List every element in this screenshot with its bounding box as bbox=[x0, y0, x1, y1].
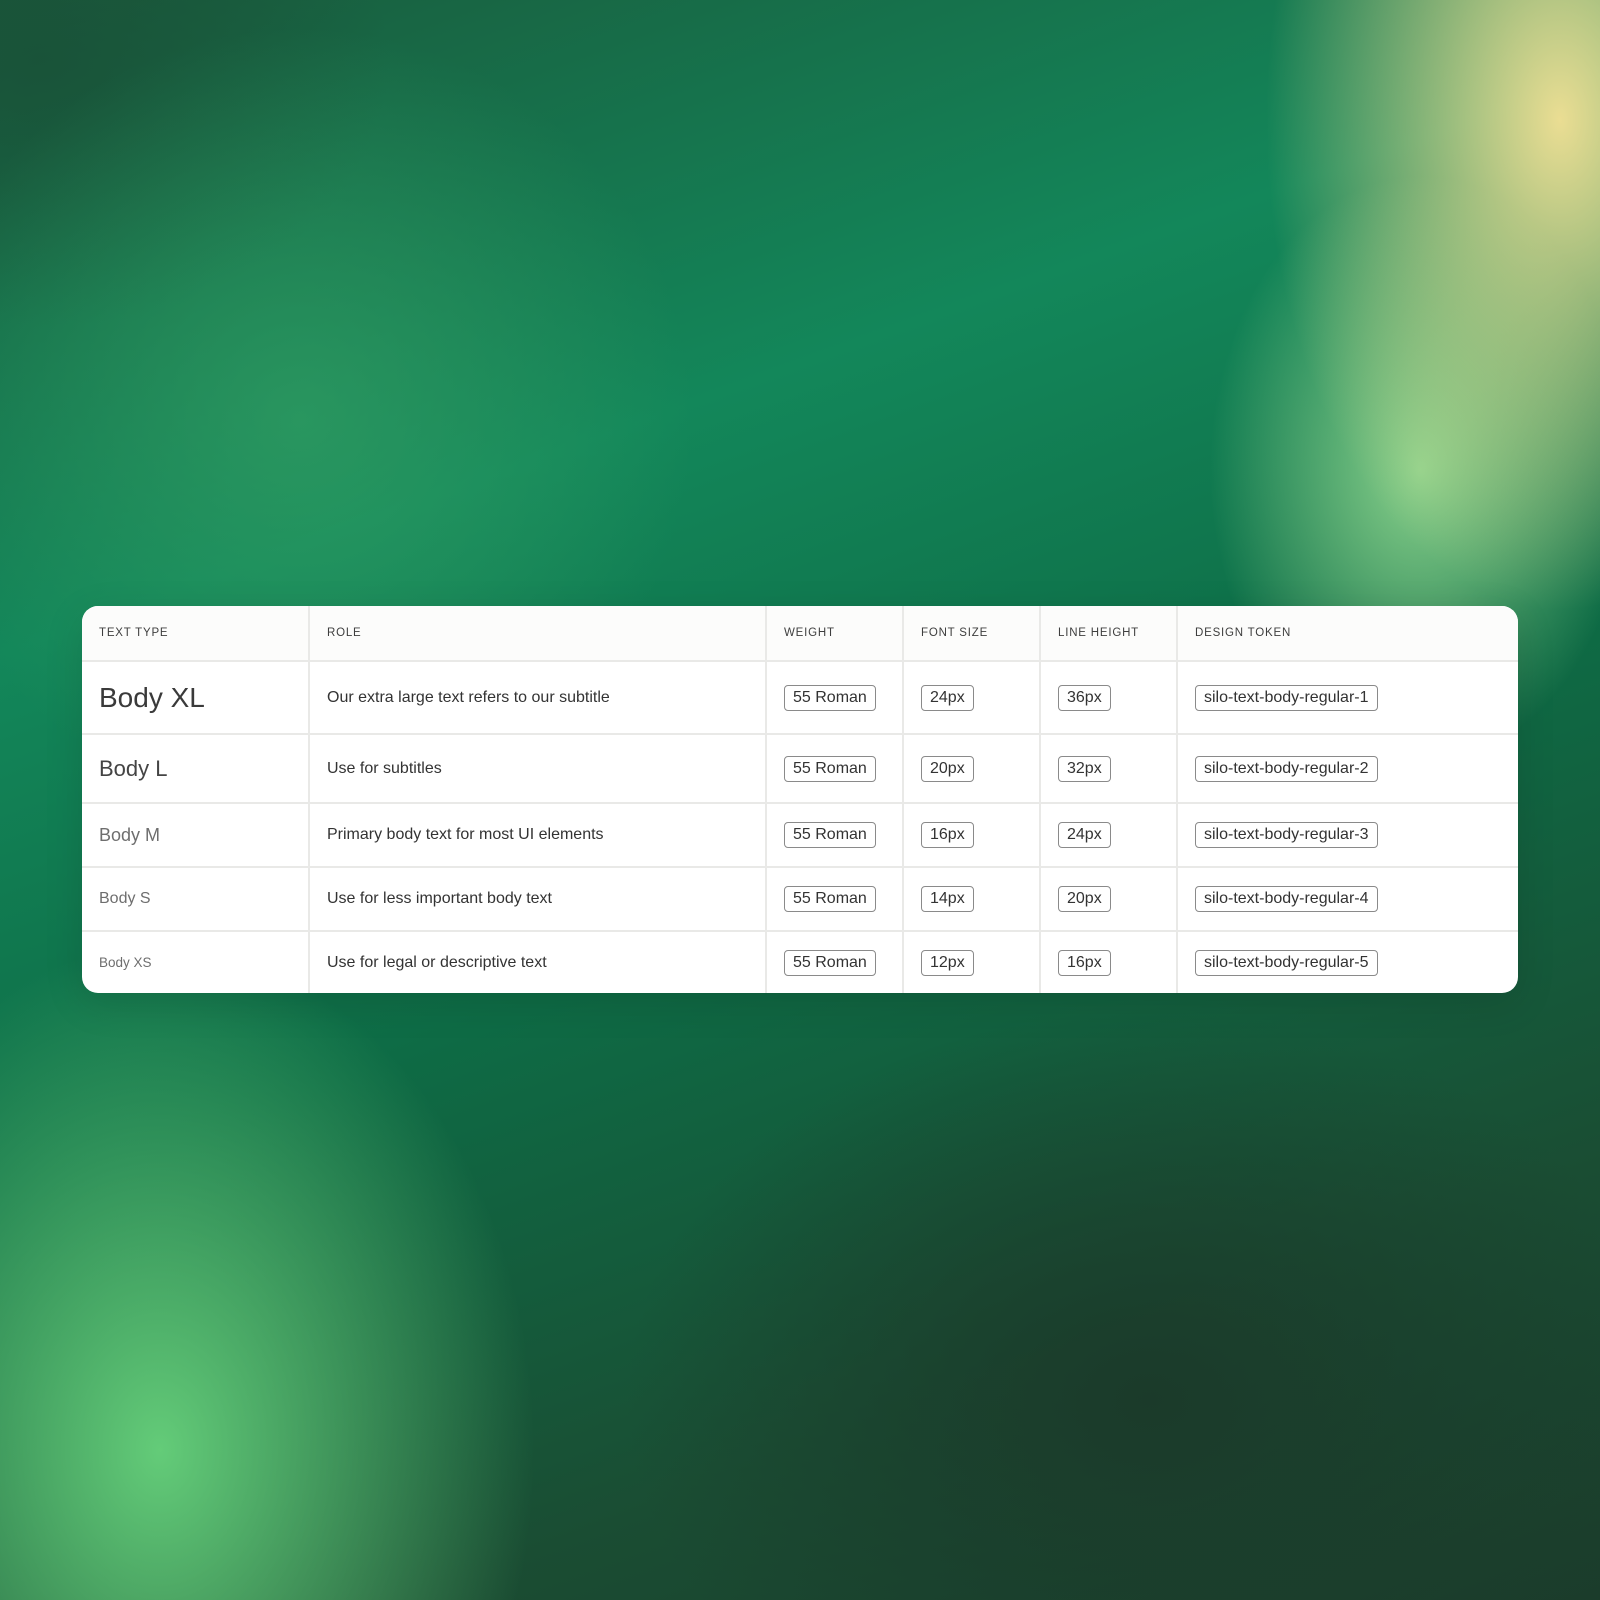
weight-tag: 55 Roman bbox=[784, 822, 876, 848]
design-token-cell: silo-text-body-regular-4 bbox=[1177, 867, 1518, 932]
role-cell: Use for legal or descriptive text bbox=[309, 931, 767, 993]
font-size-cell: 16px bbox=[903, 803, 1041, 868]
design-token-tag: silo-text-body-regular-1 bbox=[1195, 684, 1378, 711]
font-size-cell: 12px bbox=[903, 931, 1041, 993]
design-token-tag: silo-text-body-regular-4 bbox=[1195, 886, 1378, 912]
text-type-cell: Body XS bbox=[82, 931, 310, 993]
line-height-tag: 24px bbox=[1058, 822, 1111, 848]
header-role: ROLE bbox=[309, 606, 767, 662]
weight-tag: 55 Roman bbox=[784, 949, 876, 976]
line-height-cell: 16px bbox=[1040, 931, 1178, 993]
text-type-sample: Body XS bbox=[99, 954, 152, 970]
line-height-tag: 36px bbox=[1058, 684, 1111, 711]
design-token-tag: silo-text-body-regular-2 bbox=[1195, 755, 1378, 782]
font-size-cell: 20px bbox=[903, 734, 1041, 804]
weight-cell: 55 Roman bbox=[766, 931, 904, 993]
design-token-tag: silo-text-body-regular-3 bbox=[1195, 822, 1378, 848]
header-text-type: TEXT TYPE bbox=[82, 606, 310, 662]
line-height-tag: 20px bbox=[1058, 886, 1111, 912]
header-design-token: DESIGN TOKEN bbox=[1177, 606, 1518, 662]
font-size-cell: 24px bbox=[903, 661, 1041, 735]
text-type-cell: Body L bbox=[82, 734, 310, 804]
line-height-cell: 32px bbox=[1040, 734, 1178, 804]
weight-cell: 55 Roman bbox=[766, 803, 904, 868]
table-row: Body M Primary body text for most UI ele… bbox=[82, 803, 1518, 868]
header-weight: WEIGHT bbox=[766, 606, 904, 662]
line-height-cell: 36px bbox=[1040, 661, 1178, 735]
typography-table-card: TEXT TYPE ROLE WEIGHT FONT SIZE LINE HEI… bbox=[82, 606, 1518, 993]
text-type-sample: Body L bbox=[99, 755, 168, 781]
design-token-tag: silo-text-body-regular-5 bbox=[1195, 949, 1378, 976]
typography-table: TEXT TYPE ROLE WEIGHT FONT SIZE LINE HEI… bbox=[82, 606, 1518, 993]
line-height-tag: 32px bbox=[1058, 755, 1111, 782]
table-header-row: TEXT TYPE ROLE WEIGHT FONT SIZE LINE HEI… bbox=[82, 606, 1518, 662]
weight-cell: 55 Roman bbox=[766, 661, 904, 735]
design-token-cell: silo-text-body-regular-5 bbox=[1177, 931, 1518, 993]
table-row: Body XL Our extra large text refers to o… bbox=[82, 661, 1518, 735]
line-height-cell: 20px bbox=[1040, 867, 1178, 932]
design-token-cell: silo-text-body-regular-3 bbox=[1177, 803, 1518, 868]
table-row: Body XS Use for legal or descriptive tex… bbox=[82, 931, 1518, 993]
design-token-cell: silo-text-body-regular-1 bbox=[1177, 661, 1518, 735]
font-size-cell: 14px bbox=[903, 867, 1041, 932]
weight-tag: 55 Roman bbox=[784, 684, 876, 711]
text-type-sample: Body XL bbox=[99, 681, 205, 713]
header-line-height: LINE HEIGHT bbox=[1040, 606, 1178, 662]
text-type-cell: Body XL bbox=[82, 661, 310, 735]
text-type-sample: Body S bbox=[99, 890, 151, 907]
table-row: Body S Use for less important body text … bbox=[82, 867, 1518, 932]
weight-cell: 55 Roman bbox=[766, 734, 904, 804]
role-cell: Our extra large text refers to our subti… bbox=[309, 661, 767, 735]
weight-tag: 55 Roman bbox=[784, 755, 876, 782]
role-cell: Use for subtitles bbox=[309, 734, 767, 804]
design-token-cell: silo-text-body-regular-2 bbox=[1177, 734, 1518, 804]
role-cell: Primary body text for most UI elements bbox=[309, 803, 767, 868]
line-height-cell: 24px bbox=[1040, 803, 1178, 868]
text-type-sample: Body M bbox=[99, 824, 161, 845]
font-size-tag: 14px bbox=[921, 886, 974, 912]
line-height-tag: 16px bbox=[1058, 949, 1111, 976]
role-cell: Use for less important body text bbox=[309, 867, 767, 932]
text-type-cell: Body S bbox=[82, 867, 310, 932]
header-font-size: FONT SIZE bbox=[903, 606, 1041, 662]
font-size-tag: 16px bbox=[921, 822, 974, 848]
font-size-tag: 20px bbox=[921, 755, 974, 782]
text-type-cell: Body M bbox=[82, 803, 310, 868]
font-size-tag: 12px bbox=[921, 949, 974, 976]
font-size-tag: 24px bbox=[921, 684, 974, 711]
weight-cell: 55 Roman bbox=[766, 867, 904, 932]
weight-tag: 55 Roman bbox=[784, 886, 876, 912]
table-row: Body L Use for subtitles 55 Roman 20px 3… bbox=[82, 734, 1518, 804]
